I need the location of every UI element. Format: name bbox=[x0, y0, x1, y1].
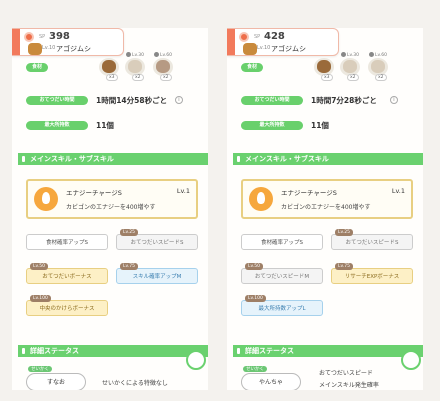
ingredient-qty: x2 bbox=[375, 74, 387, 81]
main-skill-desc: カビゴンのエナジーを400増やす bbox=[66, 204, 156, 211]
main-skill-desc: カビゴンのエナジーを400増やす bbox=[281, 204, 371, 211]
nature-box[interactable]: やんちゃ bbox=[241, 373, 301, 390]
nature-badge: せいかく bbox=[243, 366, 267, 372]
section-skills: メインスキル・サブスキル bbox=[18, 153, 208, 165]
sp-icon bbox=[24, 32, 34, 42]
ingredient-qty: x3 bbox=[321, 74, 333, 81]
ingredient-qty: x2 bbox=[347, 74, 359, 81]
subskill-label: おてつだいスピードS bbox=[130, 240, 184, 246]
pokemon-name: アゴジムシ bbox=[271, 45, 306, 53]
expand-button[interactable] bbox=[186, 350, 206, 370]
flame-icon bbox=[249, 187, 273, 211]
subskill-4[interactable]: Lv.75 スキル確率アップM bbox=[116, 263, 198, 284]
subskill-lv-badge: Lv.50 bbox=[30, 263, 48, 270]
main-skill-level: Lv.1 bbox=[176, 187, 190, 195]
nature-note: せいかくによる特徴なし bbox=[102, 380, 168, 387]
help-time-value: 1時間14分58秒ごと bbox=[96, 96, 168, 105]
pokemon-icon bbox=[28, 43, 42, 55]
ingredient-1[interactable]: x3 bbox=[98, 58, 120, 81]
nature-badge: せいかく bbox=[28, 366, 52, 372]
flame-icon bbox=[34, 187, 58, 211]
main-skill-level: Lv.1 bbox=[391, 187, 405, 195]
ingredients-label: 食材 bbox=[241, 63, 263, 72]
subskill-label: 中央のかけらボーナス bbox=[39, 306, 95, 312]
subskill-lv-badge: Lv.75 bbox=[120, 263, 138, 270]
sp-label: SP bbox=[39, 34, 46, 40]
pokemon-level: Lv.10 bbox=[42, 45, 56, 51]
subskill-label: おてつだいスピードM bbox=[254, 274, 310, 280]
subskill-5[interactable]: Lv.100 中央のかけらボーナス bbox=[26, 295, 108, 316]
subskill-label: おてつだいボーナス bbox=[42, 274, 92, 280]
ingredient-qty: x3 bbox=[106, 74, 118, 81]
subskill-3[interactable]: Lv.50 おてつだいスピードM bbox=[241, 263, 323, 284]
max-hold-value: 11個 bbox=[311, 121, 329, 130]
subskill-lv-badge: Lv.75 bbox=[335, 263, 353, 270]
subskill-2[interactable]: Lv.25 おてつだいスピードS bbox=[331, 229, 413, 250]
section-status: 詳細ステータス bbox=[18, 345, 208, 357]
subskill-1[interactable]: 食材確率アップS bbox=[26, 234, 108, 250]
pokemon-card-right: SP 428 Lv.10 アゴジムシ 食材 x3 Lv.30 x2 Lv.60 … bbox=[227, 28, 423, 390]
subskill-2[interactable]: Lv.25 おてつだいスピードS bbox=[116, 229, 198, 250]
sp-label: SP bbox=[254, 34, 261, 40]
pokemon-name: アゴジムシ bbox=[56, 45, 91, 53]
sp-value: 428 bbox=[264, 31, 285, 42]
main-skill-box[interactable]: エナジーチャージS Lv.1 カビゴンのエナジーを400増やす bbox=[26, 179, 198, 219]
info-icon[interactable]: i bbox=[390, 96, 398, 104]
subskill-label: 最大所持数アップL bbox=[258, 306, 306, 312]
expand-button[interactable] bbox=[401, 350, 421, 370]
help-time-label: おてつだい時間 bbox=[26, 96, 88, 105]
subskill-label: おてつだいスピードS bbox=[345, 240, 399, 246]
main-skill-box[interactable]: エナジーチャージS Lv.1 カビゴンのエナジーを400増やす bbox=[241, 179, 413, 219]
ingredient-qty: x2 bbox=[160, 74, 172, 81]
nature-note-2: メインスキル発生確率 bbox=[319, 382, 379, 389]
pokemon-card-left: SP 398 Lv.10 アゴジムシ 食材 x3 Lv.30 x2 Lv.60 … bbox=[12, 28, 208, 390]
info-icon[interactable]: i bbox=[175, 96, 183, 104]
pokemon-level: Lv.10 bbox=[257, 45, 271, 51]
help-time-label: おてつだい時間 bbox=[241, 96, 303, 105]
subskill-label: リサーチEXPボーナス bbox=[344, 274, 400, 280]
section-status: 詳細ステータス bbox=[233, 345, 423, 357]
subskill-lv-badge: Lv.25 bbox=[335, 229, 353, 236]
ingredient-qty: x2 bbox=[132, 74, 144, 81]
subskill-label: 食材確率アップS bbox=[46, 240, 88, 246]
ingredient-2[interactable]: Lv.30 x2 bbox=[339, 53, 361, 81]
subskill-4[interactable]: Lv.75 リサーチEXPボーナス bbox=[331, 263, 413, 284]
ingredients-label: 食材 bbox=[26, 63, 48, 72]
card-header: SP 398 Lv.10 アゴジムシ bbox=[12, 28, 124, 56]
main-skill-name: エナジーチャージS bbox=[281, 189, 337, 197]
subskill-5[interactable]: Lv.100 最大所持数アップL bbox=[241, 295, 323, 316]
subskill-lv-badge: Lv.100 bbox=[30, 295, 51, 302]
subskill-lv-badge: Lv.100 bbox=[245, 295, 266, 302]
main-skill-name: エナジーチャージS bbox=[66, 189, 122, 197]
sp-icon bbox=[239, 32, 249, 42]
max-hold-label: 最大所持数 bbox=[26, 121, 88, 130]
subskill-label: スキル確率アップM bbox=[132, 274, 182, 280]
pokemon-icon bbox=[243, 43, 257, 55]
subskill-lv-badge: Lv.25 bbox=[120, 229, 138, 236]
max-hold-value: 11個 bbox=[96, 121, 114, 130]
ingredient-3[interactable]: Lv.60 x2 bbox=[367, 53, 389, 81]
sp-value: 398 bbox=[49, 31, 70, 42]
nature-note: おてつだいスピード bbox=[319, 370, 373, 377]
ingredient-3[interactable]: Lv.60 x2 bbox=[152, 53, 174, 81]
max-hold-label: 最大所持数 bbox=[241, 121, 303, 130]
card-header: SP 428 Lv.10 アゴジムシ bbox=[227, 28, 339, 56]
subskill-lv-badge: Lv.50 bbox=[245, 263, 263, 270]
header-stripe bbox=[227, 29, 235, 55]
section-skills: メインスキル・サブスキル bbox=[233, 153, 423, 165]
nature-box[interactable]: すなお bbox=[26, 373, 86, 390]
subskill-label: 食材確率アップS bbox=[261, 240, 303, 246]
header-stripe bbox=[12, 29, 20, 55]
help-time-value: 1時間7分28秒ごと bbox=[311, 96, 377, 105]
subskill-1[interactable]: 食材確率アップS bbox=[241, 234, 323, 250]
subskill-3[interactable]: Lv.50 おてつだいボーナス bbox=[26, 263, 108, 284]
ingredient-1[interactable]: x3 bbox=[313, 58, 335, 81]
ingredient-2[interactable]: Lv.30 x2 bbox=[124, 53, 146, 81]
